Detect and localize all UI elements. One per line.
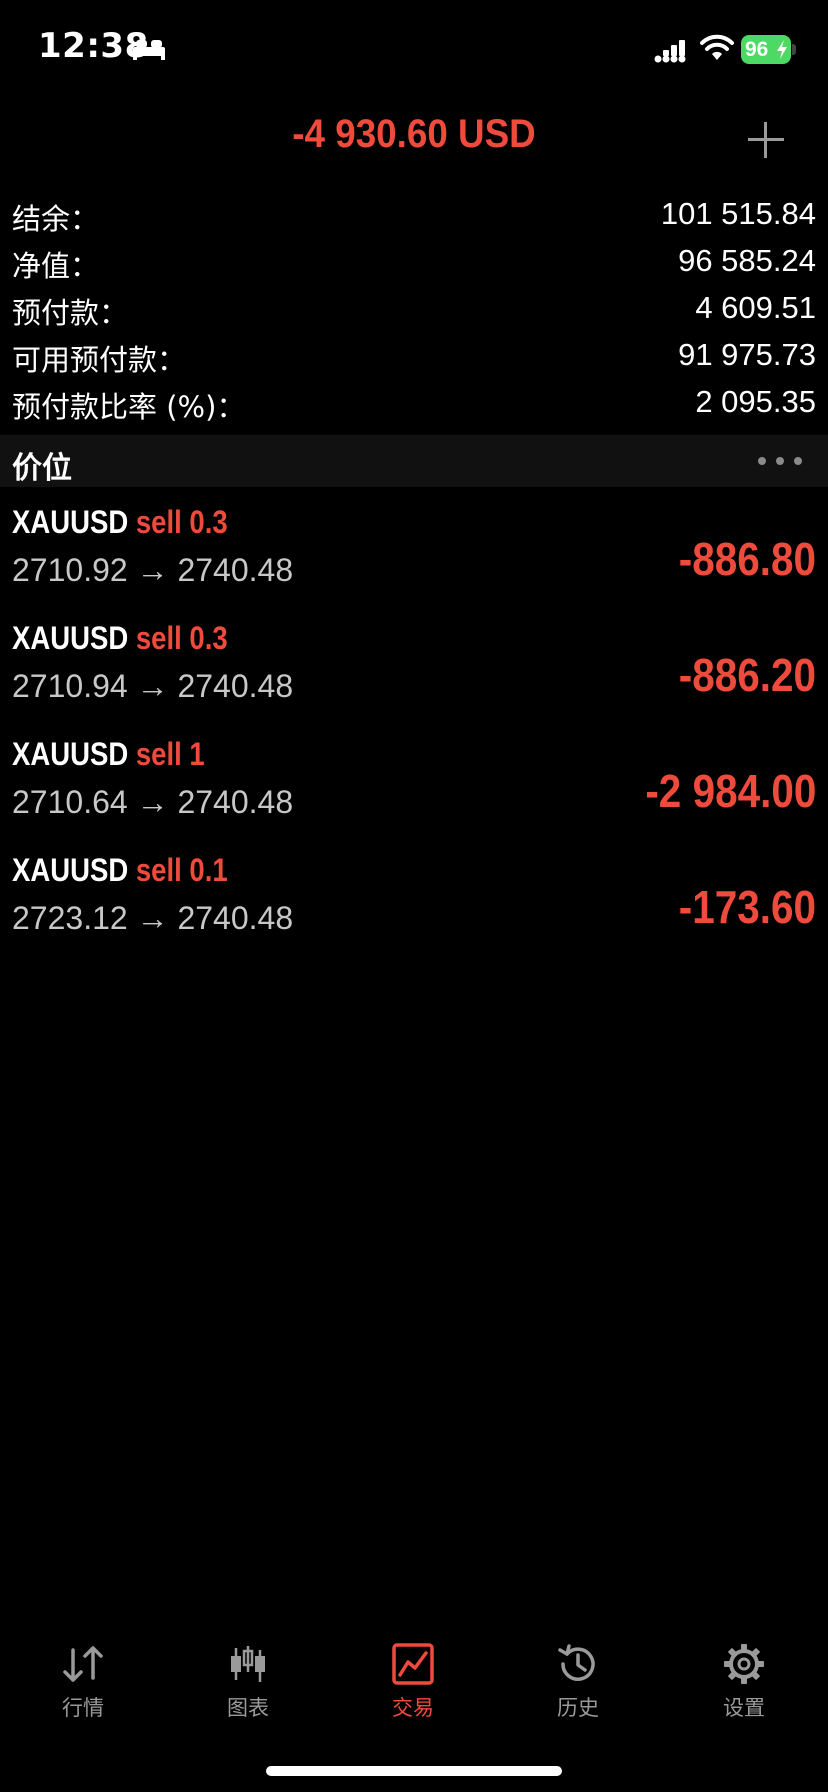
tab-label: 交易 (392, 1696, 434, 1720)
position-prices: 2723.12 → 2740.48 (12, 900, 294, 936)
summary-value: 96 585.24 (678, 243, 816, 278)
history-icon (558, 1644, 595, 1681)
summary-row-margin-level: 预付款比率 (%)： 2 095.35 (0, 380, 828, 427)
position-symbol: XAUUSD (12, 852, 129, 888)
summary-label: 预付款： (12, 296, 129, 330)
position-symbol: XAUUSD (12, 504, 129, 540)
battery-icon: 96 (741, 35, 791, 64)
position-symbol: XAUUSD (12, 620, 129, 656)
summary-value: 4 609.51 (695, 290, 816, 325)
signal-icon (654, 40, 686, 63)
position-prices: 2710.94 → 2740.48 (12, 668, 294, 704)
position-side: sell 0.3 (135, 504, 228, 540)
position-side: sell 1 (135, 736, 205, 772)
position-title: XAUUSD sell 0.3 (12, 620, 228, 657)
battery-level: 96 (745, 38, 769, 61)
summary-label: 预付款比率 (%)： (12, 390, 246, 424)
account-summary: 结余： 101 515.84 净值： 96 585.24 预付款： 4 609.… (0, 192, 828, 427)
quotes-icon (63, 1646, 103, 1682)
position-side: sell 0.3 (135, 620, 228, 656)
position-row[interactable]: XAUUSD sell 0.3 2710.92 → 2740.48 -886.8… (0, 496, 828, 612)
total-profit: -4 930.60 USD (292, 112, 536, 156)
position-symbol: XAUUSD (12, 736, 129, 772)
position-profit: -2 984.00 (644, 765, 816, 817)
home-indicator[interactable] (266, 1766, 562, 1776)
summary-label: 结余： (12, 202, 100, 236)
wifi-icon (700, 34, 734, 60)
summary-row-balance: 结余： 101 515.84 (0, 192, 828, 239)
summary-label: 可用预付款： (12, 343, 187, 377)
tab-history[interactable]: 历史 (518, 1630, 638, 1730)
battery-tip (792, 44, 796, 55)
summary-row-free-margin: 可用预付款： 91 975.73 (0, 333, 828, 380)
tab-label: 历史 (557, 1696, 599, 1720)
summary-label: 净值： (12, 249, 100, 283)
position-title: XAUUSD sell 0.3 (12, 504, 228, 541)
tab-label: 行情 (62, 1696, 104, 1720)
position-row[interactable]: XAUUSD sell 0.3 2710.94 → 2740.48 -886.2… (0, 612, 828, 728)
position-prices: 2710.64 → 2740.48 (12, 784, 294, 820)
summary-row-equity: 净值： 96 585.24 (0, 239, 828, 286)
trade-chart-icon (392, 1643, 434, 1685)
charging-bolt-icon (777, 40, 787, 59)
position-profit: -886.20 (678, 649, 816, 701)
summary-value: 101 515.84 (660, 196, 816, 231)
position-profit: -173.60 (678, 881, 816, 933)
position-title: XAUUSD sell 1 (12, 736, 205, 773)
summary-value: 2 095.35 (695, 384, 816, 419)
more-dots-icon[interactable] (756, 450, 804, 472)
tab-quotes[interactable]: 行情 (23, 1630, 143, 1730)
position-row[interactable]: XAUUSD sell 1 2710.64 → 2740.48 -2 984.0… (0, 728, 828, 844)
summary-value: 91 975.73 (678, 337, 816, 372)
bed-icon (133, 40, 165, 60)
section-title: 价位 (12, 451, 72, 486)
settings-gear-icon (724, 1644, 764, 1684)
positions-section-header: 价位 (0, 435, 828, 487)
position-profit: -886.80 (678, 533, 816, 585)
tab-charts[interactable]: 图表 (188, 1630, 308, 1730)
tab-bar: 行情 图表 交易 历史 设置 (0, 1630, 828, 1740)
positions-list: XAUUSD sell 0.3 2710.92 → 2740.48 -886.8… (0, 496, 828, 960)
position-row[interactable]: XAUUSD sell 0.1 2723.12 → 2740.48 -173.6… (0, 844, 828, 960)
tab-trade[interactable]: 交易 (353, 1630, 473, 1730)
candlestick-chart-icon (231, 1646, 265, 1682)
tab-settings[interactable]: 设置 (684, 1630, 804, 1730)
position-title: XAUUSD sell 0.1 (12, 852, 228, 889)
position-side: sell 0.1 (135, 852, 228, 888)
position-prices: 2710.92 → 2740.48 (12, 552, 294, 588)
tab-label: 设置 (723, 1696, 765, 1720)
summary-row-margin: 预付款： 4 609.51 (0, 286, 828, 333)
plus-icon[interactable] (744, 118, 788, 162)
tab-label: 图表 (227, 1696, 269, 1720)
status-bar: 12:38 96 (0, 0, 828, 100)
